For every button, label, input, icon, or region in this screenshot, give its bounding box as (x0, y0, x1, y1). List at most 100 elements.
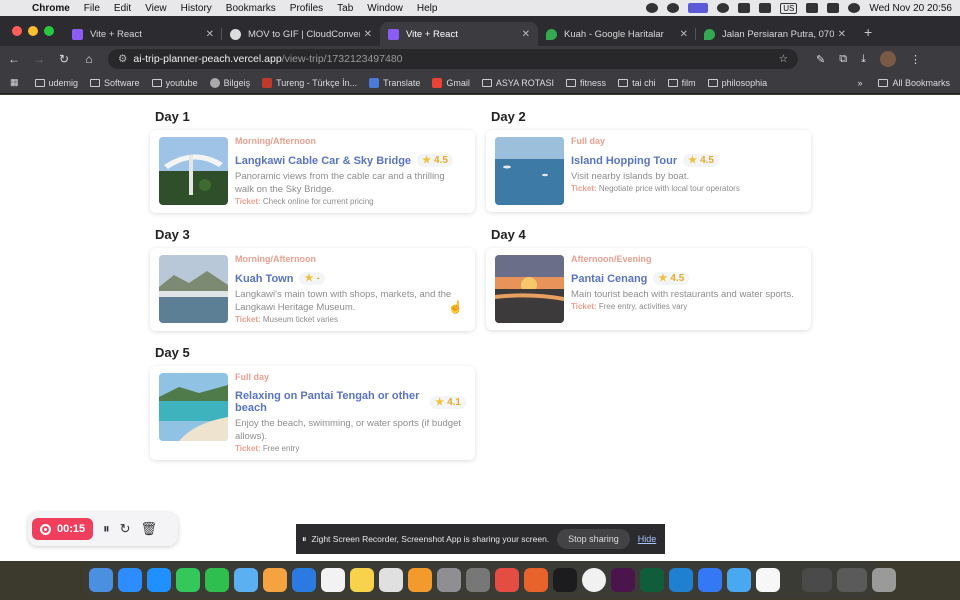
xcode-icon[interactable] (698, 568, 722, 592)
bookmark-folder[interactable]: philosophia (707, 78, 767, 88)
terminal-icon[interactable] (553, 568, 577, 592)
app-store-icon[interactable] (147, 568, 171, 592)
trash-icon[interactable] (872, 568, 896, 592)
messages-icon[interactable] (176, 568, 200, 592)
home-icon[interactable]: ⌂ (78, 52, 100, 66)
menu-history[interactable]: History (181, 3, 212, 14)
zoom-window-button[interactable] (44, 26, 54, 36)
launchpad-icon[interactable] (495, 568, 519, 592)
shazam-status-icon[interactable] (717, 3, 730, 13)
browser-tab[interactable]: Vite + React ✕ (64, 22, 222, 46)
bookmarks-overflow-icon[interactable]: » (857, 78, 862, 88)
apps-grid-icon[interactable]: ▦ (10, 77, 19, 88)
close-tab-icon[interactable]: ✕ (680, 29, 688, 40)
place-card[interactable]: Afternoon/Evening Pantai Cenang ★ 4.5 Mai… (486, 248, 811, 330)
app-status-icon[interactable] (667, 3, 680, 13)
close-window-button[interactable] (12, 26, 22, 36)
close-tab-icon[interactable]: ✕ (838, 29, 846, 40)
edit-pen-icon[interactable]: ✎ (816, 53, 825, 66)
bookmark-folder[interactable]: fitness (566, 78, 606, 88)
forward-icon[interactable]: → (28, 52, 50, 66)
notes-icon[interactable] (350, 568, 374, 592)
extensions-icon[interactable]: ⧉ (839, 53, 847, 66)
stop-sharing-button[interactable]: Stop sharing (557, 529, 630, 549)
place-card[interactable]: Morning/Afternoon Kuah Town ★ - Langkawi'… (150, 248, 475, 331)
system-settings-icon[interactable] (466, 568, 490, 592)
chatgpt-icon[interactable] (756, 568, 780, 592)
stop-recording-button[interactable]: 00:15 (32, 518, 94, 540)
finder-icon[interactable] (89, 568, 113, 592)
bookmark-folder[interactable]: film (667, 78, 696, 88)
place-card[interactable]: Full day Island Hopping Tour ★ 4.5 Visit … (486, 130, 811, 212)
hide-banner-link[interactable]: Hide (638, 534, 657, 544)
menu-bookmarks[interactable]: Bookmarks (226, 3, 276, 14)
photos-icon[interactable] (263, 568, 287, 592)
place-card[interactable]: Morning/Afternoon Langkawi Cable Car & S… (150, 130, 475, 213)
back-icon[interactable]: ← (3, 52, 25, 66)
menu-window[interactable]: Window (367, 3, 403, 14)
minimize-window-button[interactable] (28, 26, 38, 36)
browser-tab-active[interactable]: Vite + React ✕ (380, 22, 538, 46)
profile-avatar[interactable] (879, 51, 896, 67)
site-info-icon[interactable]: ⚙ (118, 53, 127, 65)
menubar-clock[interactable]: Wed Nov 20 20:56 (869, 3, 952, 14)
menu-file[interactable]: File (84, 3, 100, 14)
browser-tab[interactable]: MOV to GIF | CloudConvert ✕ (222, 22, 380, 46)
minimized-window-icon[interactable] (802, 568, 832, 592)
menu-tab[interactable]: Tab (337, 3, 353, 14)
browser-tab[interactable]: Jalan Persiaran Putra, 07000 ✕ (696, 22, 854, 46)
bookmark-link[interactable]: Translate (369, 77, 420, 88)
place-card[interactable]: Full day Relaxing on Pantai Tengah or ot… (150, 366, 475, 460)
browser-tab[interactable]: Kuah - Google Haritalar ✕ (538, 22, 696, 46)
mongodb-icon[interactable] (640, 568, 664, 592)
slack-icon[interactable] (611, 568, 635, 592)
menu-help[interactable]: Help (417, 3, 438, 14)
bookmark-link[interactable]: Gmail (432, 77, 470, 88)
bookmark-folder[interactable]: youtube (151, 78, 198, 88)
reload-icon[interactable]: ↻ (53, 52, 75, 66)
books-icon[interactable] (408, 568, 432, 592)
bookmark-star-icon[interactable]: ☆ (779, 53, 788, 65)
bookmark-folder[interactable]: Software (90, 78, 140, 88)
pause-icon[interactable]: ⏸ (103, 521, 110, 537)
menu-edit[interactable]: Edit (114, 3, 131, 14)
zoom-status-icon[interactable] (646, 3, 659, 13)
input-source-indicator[interactable]: US (780, 2, 798, 14)
address-bar[interactable]: ⚙ ai-trip-planner-peach.vercel.app /view… (108, 49, 798, 69)
download-icon[interactable]: ⤓ (861, 53, 866, 66)
chrome-icon[interactable] (582, 568, 606, 592)
cloud-icon[interactable] (759, 3, 772, 13)
search-icon[interactable] (806, 3, 819, 13)
menu-app-name[interactable]: Chrome (32, 3, 70, 14)
zight-icon[interactable] (292, 568, 316, 592)
calculator-icon[interactable] (437, 568, 461, 592)
menu-profiles[interactable]: Profiles (290, 3, 323, 14)
bookmark-folder[interactable]: tai chi (618, 78, 656, 88)
bookmark-folder[interactable]: ASYA ROTASI (481, 78, 554, 88)
textedit-icon[interactable] (379, 568, 403, 592)
zoom-app-icon[interactable] (118, 568, 142, 592)
minimized-window-icon[interactable] (837, 568, 867, 592)
wifi-icon[interactable] (738, 3, 751, 13)
simulator-icon[interactable] (727, 568, 751, 592)
bookmark-link[interactable]: Tureng - Türkçe İn... (262, 77, 357, 88)
vscode-icon[interactable] (669, 568, 693, 592)
new-tab-button[interactable]: + (854, 24, 882, 46)
close-tab-icon[interactable]: ✕ (522, 29, 530, 40)
gitlab-icon[interactable] (524, 568, 548, 592)
delete-icon[interactable]: 🗑 (141, 521, 158, 537)
maps-icon[interactable] (234, 568, 258, 592)
siri-icon[interactable] (848, 3, 861, 13)
close-tab-icon[interactable]: ✕ (206, 29, 214, 40)
facetime-icon[interactable] (205, 568, 229, 592)
restart-icon[interactable]: ↻ (120, 521, 131, 537)
all-bookmarks-button[interactable]: All Bookmarks (878, 78, 950, 88)
menu-view[interactable]: View (145, 3, 167, 14)
bookmark-folder[interactable]: udemig (34, 78, 78, 88)
chrome-menu-icon[interactable]: ⋮ (910, 53, 921, 66)
reminders-icon[interactable] (321, 568, 345, 592)
close-tab-icon[interactable]: ✕ (364, 29, 372, 40)
bookmark-link[interactable]: Bilgeiş (209, 77, 250, 88)
control-center-icon[interactable] (827, 3, 840, 13)
screen-recorder-status-icon[interactable] (688, 3, 709, 13)
